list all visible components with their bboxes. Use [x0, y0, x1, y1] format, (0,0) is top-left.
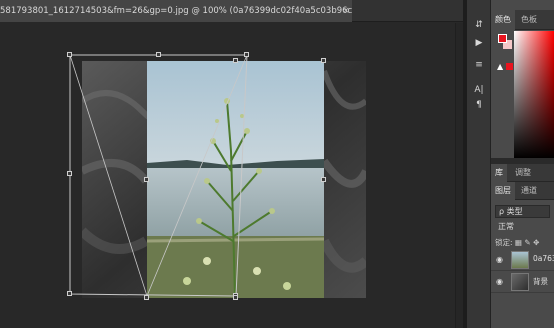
vertical-scrollbar[interactable]: [455, 23, 463, 328]
document-tab[interactable]: 581793801_1612714503&fm=26&gp=0.jpg @ 10…: [0, 0, 352, 22]
gamut-warning-swatch[interactable]: [506, 63, 513, 70]
tab-channels[interactable]: 通道: [517, 182, 541, 200]
lock-row: 锁定: ▦ ✎ ✥: [495, 237, 554, 249]
photo-handle-top[interactable]: [233, 58, 238, 63]
lock-paint-icon[interactable]: ✎: [524, 238, 530, 247]
tab-color[interactable]: 颜色: [491, 10, 515, 30]
photo-handle-left[interactable]: [144, 177, 149, 182]
character-icon[interactable]: A|: [471, 82, 487, 98]
layers-panel-tabs: 图层 通道: [491, 182, 554, 200]
layer-thumbnail: [511, 251, 529, 269]
photo-handle-bottom[interactable]: [233, 295, 238, 300]
layer-name[interactable]: 0a763: [533, 254, 554, 263]
panel-icon-column: ⇵ ▶ ≡ A| ¶: [467, 0, 491, 328]
gamut-warning-icon: ▲: [497, 62, 504, 71]
tab-libraries[interactable]: 库: [491, 164, 507, 182]
stamp-tool-icon[interactable]: ≡: [471, 57, 487, 73]
lock-label: 锁定:: [495, 238, 513, 247]
tab-layers[interactable]: 图层: [491, 182, 515, 200]
layer-filter-select[interactable]: ρ 类型: [495, 205, 550, 218]
photo-layer-image: [147, 61, 324, 298]
layer-row[interactable]: ◉ 0a763: [491, 249, 554, 271]
visibility-eye-icon[interactable]: ◉: [496, 277, 505, 286]
transform-handle-mid-left[interactable]: [67, 171, 72, 176]
blend-mode-select[interactable]: 正常: [495, 221, 550, 233]
tab-swatches[interactable]: 色板: [517, 10, 541, 30]
document-tab-title: 581793801_1612714503&fm=26&gp=0.jpg @ 10…: [0, 6, 352, 16]
foreground-color-swatch[interactable]: [498, 34, 507, 43]
transform-handle-top-right[interactable]: [244, 52, 249, 57]
color-picker-field[interactable]: [514, 31, 554, 158]
layer-thumbnail: [511, 273, 529, 291]
move-arrows-icon[interactable]: ⇵: [471, 17, 487, 33]
paragraph-mark-icon[interactable]: ¶: [471, 97, 487, 113]
right-panel-dock: 颜色 色板 ▲ 库 调整 图层 通道 ρ 类型 正常 锁定: ▦ ✎ ✥ ◉ 0…: [491, 0, 554, 328]
library-panel-tabs: 库 调整: [491, 164, 554, 182]
document-tab-bar: 581793801_1612714503&fm=26&gp=0.jpg @ 10…: [0, 0, 463, 22]
photo-handle-right[interactable]: [321, 177, 326, 182]
photo-handle-bottom-left[interactable]: [144, 295, 149, 300]
tab-adjustments[interactable]: 调整: [511, 164, 535, 182]
photo-handle-top-right[interactable]: [321, 58, 326, 63]
close-tab-icon[interactable]: ×: [341, 5, 351, 17]
transform-handle-top-left[interactable]: [67, 52, 72, 57]
visibility-eye-icon[interactable]: ◉: [496, 255, 505, 264]
transform-handle-bottom-left[interactable]: [67, 291, 72, 296]
lock-transparent-icon[interactable]: ▦: [515, 238, 522, 247]
layer-name[interactable]: 背景: [533, 276, 548, 287]
color-panel-tabs: 颜色 色板: [491, 10, 554, 30]
layer-row[interactable]: ◉ 背景: [491, 271, 554, 293]
play-icon[interactable]: ▶: [471, 35, 487, 51]
lock-move-icon[interactable]: ✥: [533, 238, 539, 247]
transform-handle-top-middle[interactable]: [156, 52, 161, 57]
